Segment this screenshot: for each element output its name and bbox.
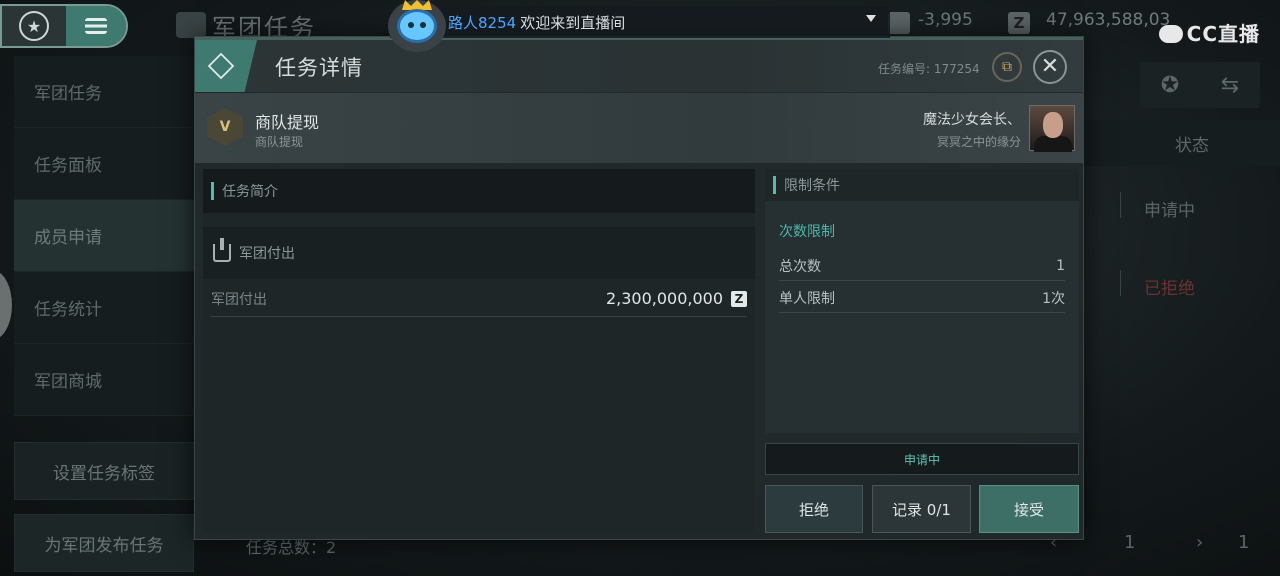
payout-icon [213,238,231,262]
resource-value-1: -3,995 [918,10,973,30]
status-column-header: 状态 [1084,120,1280,166]
stream-message: 欢迎来到直播间 [520,13,626,32]
star-icon[interactable]: ✪ [1161,73,1179,98]
limit-conditions-header: 限制条件 [765,169,1079,201]
task-cube-icon [195,40,257,92]
task-detail-dialog: 任务详情 任务编号: 177254 ⧉ ✕ V 商队提现 商队提现 魔法少女会长… [194,36,1084,540]
side-nav: 军团任务 任务面板 成员申请 任务统计 军团商城 [14,56,194,416]
right-toolbar: ✪ ⇆ [1140,62,1260,108]
avatar[interactable] [1029,105,1075,152]
cc-logo-text: CC直播 [1186,22,1260,46]
legion-payout-value-wrap: 2,300,000,000 Z [606,289,747,308]
legion-payout-title: 军团付出 [239,246,295,262]
resource-icon [888,12,910,34]
record-button[interactable]: 记录 0/1 [872,485,971,533]
task-title: 商队提现 [255,113,320,132]
menu-icon [85,18,107,34]
accent-bar [773,176,776,194]
rank-badge-text: V [219,119,231,135]
limit-conditions-title: 限制条件 [784,178,840,194]
menu-button[interactable] [66,6,126,46]
limit-value: 1 [1056,257,1065,274]
currency-z-icon: Z [731,290,747,307]
star-icon: ★ [19,11,49,41]
side-item-legion-task[interactable]: 军团任务 [14,56,194,128]
reject-button[interactable]: 拒绝 [765,485,863,533]
chevron-down-icon[interactable] [866,15,876,22]
cc-logo-icon [1158,25,1183,43]
game-screen: ★ 军团任务 -3,995 Z 47,963,588,03 CC直播 军团任务 … [0,0,1280,576]
left-edge-handle[interactable] [0,270,12,340]
accent-bar [211,182,214,200]
limit-conditions-panel: 限制条件 次数限制 总次数 1 单人限制 1次 [765,169,1079,433]
divider [1120,192,1121,218]
task-intro-header: 任务简介 [203,169,755,213]
legion-payout-label: 军团付出 [211,291,267,308]
count-limit-title: 次数限制 [779,224,835,240]
pager-next-icon[interactable]: › [1196,532,1203,553]
table-row-status: 申请中 [1144,201,1195,221]
stream-welcome-banner[interactable]: 路人8254 欢迎来到直播间 [390,6,890,38]
limit-label: 单人限制 [779,290,835,307]
mascot-face-icon [397,9,437,43]
stream-username: 路人8254 [448,13,517,32]
side-item-member-apply[interactable]: 成员申请 [14,200,194,272]
limit-value: 1次 [1042,290,1065,307]
task-intro-panel: 任务简介 军团付出 军团付出 2,300,000,000 Z [203,169,755,533]
accept-button[interactable]: 接受 [979,485,1079,533]
limit-row-total: 总次数 1 [779,251,1065,281]
close-icon[interactable]: ✕ [1033,50,1067,84]
limit-row-per-person: 单人限制 1次 [779,283,1065,313]
rank-badge-icon: V [207,108,243,146]
right-background-table: ✪ ⇆ 状态 申请中 已拒绝 [1084,56,1280,576]
task-subtitle: 商队提现 [255,135,304,149]
task-summary-bar: V 商队提现 商队提现 魔法少女会长、 冥冥之中的缘分 [195,93,1083,163]
side-item-task-panel[interactable]: 任务面板 [14,128,194,200]
share-link-icon[interactable]: ⧉ [992,52,1022,82]
legion-payout-row: 军团付出 2,300,000,000 Z [211,281,747,317]
owner-tag: 冥冥之中的缘分 [936,135,1021,149]
divider [1120,270,1121,296]
owner-name: 魔法少女会长、 [923,112,1021,128]
pager-total: 1 [1238,532,1250,553]
publish-task-button[interactable]: 为军团发布任务 [14,514,194,572]
side-item-legion-shop[interactable]: 军团商城 [14,344,194,416]
table-row-status: 已拒绝 [1144,279,1195,299]
set-task-tag-button[interactable]: 设置任务标签 [14,442,194,500]
pager-current: 1 [1124,532,1136,553]
task-intro-title: 任务简介 [222,184,278,200]
status-badge: 申请中 [765,443,1079,475]
top-left-controls: ★ [0,4,128,48]
dialog-title: 任务详情 [275,56,363,80]
cc-live-logo: CC直播 [1158,18,1260,47]
task-number: 任务编号: 177254 [878,62,980,76]
legion-payout-section: 军团付出 [203,227,755,279]
legion-task-icon [176,12,206,38]
stream-avatar [388,0,446,52]
limit-label: 总次数 [779,258,821,275]
resource-value-2: 47,963,588,03 [1046,10,1171,30]
legion-star-button[interactable]: ★ [2,6,66,46]
currency-z-icon: Z [1008,12,1030,34]
dialog-header: 任务详情 任务编号: 177254 ⧉ ✕ [195,40,1083,92]
side-item-task-stats[interactable]: 任务统计 [14,272,194,344]
legion-payout-value: 2,300,000,000 [605,289,723,308]
swap-icon[interactable]: ⇆ [1221,73,1239,98]
